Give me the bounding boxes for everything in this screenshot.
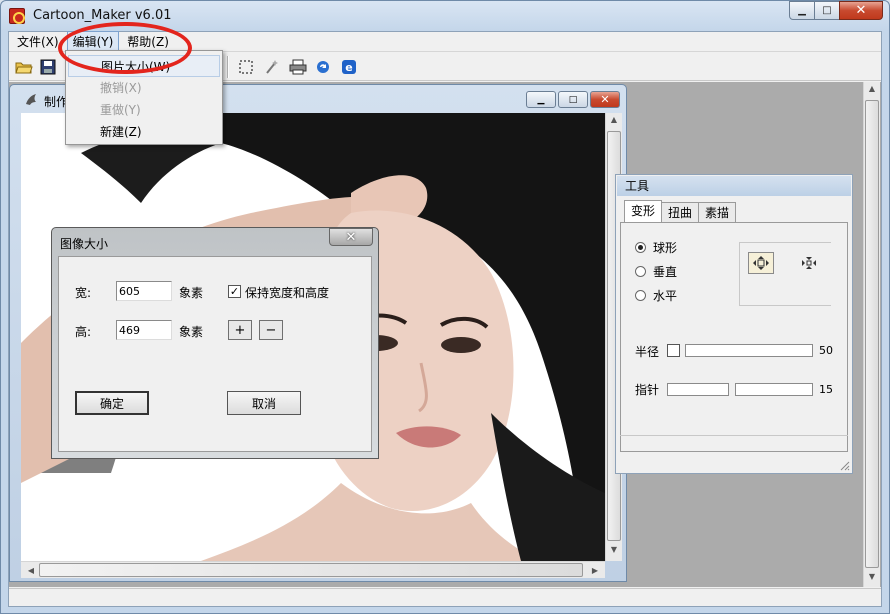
radio-sphere-label: 球形 — [653, 241, 678, 255]
child-horizontal-scrollbar[interactable]: ◀ ▶ — [21, 561, 605, 578]
width-input[interactable] — [116, 281, 172, 301]
tool-panel-divider — [620, 435, 848, 436]
close-button[interactable]: ✕ — [839, 1, 883, 20]
menu-item-image-size[interactable]: 图片大小(W) — [68, 55, 220, 77]
minus-button[interactable]: − — [259, 320, 283, 340]
status-bar — [9, 588, 881, 606]
menu-help[interactable]: 帮助(Z) — [122, 32, 174, 51]
child-minimize-icon: ▁ — [537, 94, 545, 105]
tool-panel-body: 球形 垂直 水平 半径 50 指针 15 — [620, 222, 848, 452]
menu-item-redo: 重做(Y) — [100, 103, 141, 117]
tool-panel: 工具 变形 扭曲 素描 球形 垂直 水平 半径 50 指针 15 — [615, 174, 853, 474]
cancel-button[interactable]: 取消 — [227, 391, 301, 415]
child-close-icon: ✕ — [600, 93, 610, 106]
height-unit-label: 象素 — [179, 325, 204, 339]
radius-value: 50 — [819, 344, 833, 357]
child-close-button[interactable]: ✕ — [590, 91, 620, 108]
tool-panel-tabs: 变形 扭曲 素描 — [624, 200, 737, 222]
deform-mode-box — [739, 242, 831, 306]
menu-edit[interactable]: 编辑(Y) — [66, 31, 120, 52]
keep-ratio-label: 保持宽度和高度 — [245, 286, 330, 300]
title-bar[interactable]: Cartoon_Maker v6.01 ▁ □ ✕ — [1, 1, 889, 31]
radius-checkbox[interactable] — [667, 344, 680, 357]
minimize-icon: ▁ — [798, 5, 806, 16]
menu-item-undo: 撤销(X) — [100, 81, 142, 95]
open-folder-icon[interactable] — [13, 56, 35, 78]
minimize-button[interactable]: ▁ — [789, 1, 815, 20]
pointer-slider-left[interactable] — [667, 383, 729, 396]
height-label: 高: — [75, 325, 92, 339]
child-maximize-button[interactable]: □ — [558, 91, 588, 108]
tool-panel-title: 工具 — [617, 176, 851, 196]
child-maximize-icon: □ — [568, 94, 578, 105]
contract-arrows-icon[interactable] — [796, 252, 822, 274]
dialog-title: 图像大小 — [60, 237, 109, 251]
pointer-label: 指针 — [635, 383, 660, 397]
maximize-button[interactable]: □ — [814, 1, 840, 20]
edit-menu-dropdown: 图片大小(W) 撤销(X) 重做(Y) 新建(Z) — [65, 50, 223, 145]
width-unit-label: 象素 — [179, 286, 204, 300]
scroll-up-arrow-icon[interactable]: ▲ — [864, 84, 880, 93]
main-vertical-scrollbar[interactable]: ▲ ▼ — [863, 82, 880, 587]
radio-sphere[interactable] — [635, 242, 646, 253]
child-scroll-up-arrow-icon[interactable]: ▲ — [606, 115, 622, 124]
child-scroll-left-arrow-icon[interactable]: ◀ — [23, 566, 39, 575]
maximize-icon: □ — [822, 5, 832, 16]
menu-bar: 文件(X) 编辑(Y) 帮助(Z) — [9, 31, 881, 52]
tab-deform[interactable]: 变形 — [624, 200, 663, 222]
radio-horizontal-label: 水平 — [653, 289, 678, 303]
app-logo-icon — [9, 8, 25, 24]
resize-grip-icon[interactable] — [838, 459, 850, 471]
refresh-icon[interactable] — [312, 56, 334, 78]
main-scroll-thumb[interactable] — [865, 100, 879, 568]
window-title: Cartoon_Maker v6.01 — [33, 8, 172, 23]
width-label: 宽: — [75, 286, 92, 300]
child-scroll-down-arrow-icon[interactable]: ▼ — [606, 545, 622, 554]
dialog-body: 宽: 象素 ✓ 保持宽度和高度 高: 象素 + − 确定 取消 — [58, 256, 372, 452]
radius-label: 半径 — [635, 345, 660, 359]
image-size-dialog: 图像大小 ✕ 宽: 象素 ✓ 保持宽度和高度 高: 象素 + − 确定 取消 — [51, 227, 379, 459]
radius-slider[interactable] — [685, 344, 813, 357]
select-rect-icon[interactable] — [235, 56, 257, 78]
expand-arrows-icon[interactable] — [748, 252, 774, 274]
child-hscroll-thumb[interactable] — [39, 563, 583, 577]
dialog-close-button[interactable]: ✕ — [329, 228, 373, 246]
ie-globe-icon[interactable]: e — [338, 56, 360, 78]
save-disk-icon[interactable] — [37, 56, 59, 78]
toolbar-separator — [227, 56, 229, 78]
tab-sketch[interactable]: 素描 — [698, 202, 737, 222]
pointer-value: 15 — [819, 383, 833, 396]
dragon-icon — [26, 94, 36, 105]
menu-item-new[interactable]: 新建(Z) — [66, 121, 222, 143]
radio-vertical[interactable] — [635, 266, 646, 277]
radio-horizontal[interactable] — [635, 290, 646, 301]
menu-file[interactable]: 文件(X) — [12, 32, 64, 51]
svg-text:e: e — [345, 61, 352, 74]
child-caption-buttons: ▁ □ ✕ — [524, 91, 620, 108]
dialog-close-icon: ✕ — [345, 229, 357, 245]
radio-vertical-label: 垂直 — [653, 265, 678, 279]
tab-twist[interactable]: 扭曲 — [661, 202, 700, 222]
child-scroll-right-arrow-icon[interactable]: ▶ — [587, 566, 603, 575]
keep-ratio-checkbox[interactable]: ✓ — [228, 285, 241, 298]
caption-buttons: ▁ □ ✕ — [789, 1, 883, 20]
ok-button[interactable]: 确定 — [75, 391, 149, 415]
child-minimize-button[interactable]: ▁ — [526, 91, 556, 108]
printer-icon[interactable] — [287, 56, 309, 78]
scroll-down-arrow-icon[interactable]: ▼ — [864, 572, 880, 581]
height-input[interactable] — [116, 320, 172, 340]
close-icon: ✕ — [855, 3, 867, 18]
pointer-slider-right[interactable] — [735, 383, 813, 396]
plus-button[interactable]: + — [228, 320, 252, 340]
magic-wand-icon[interactable] — [261, 56, 283, 78]
